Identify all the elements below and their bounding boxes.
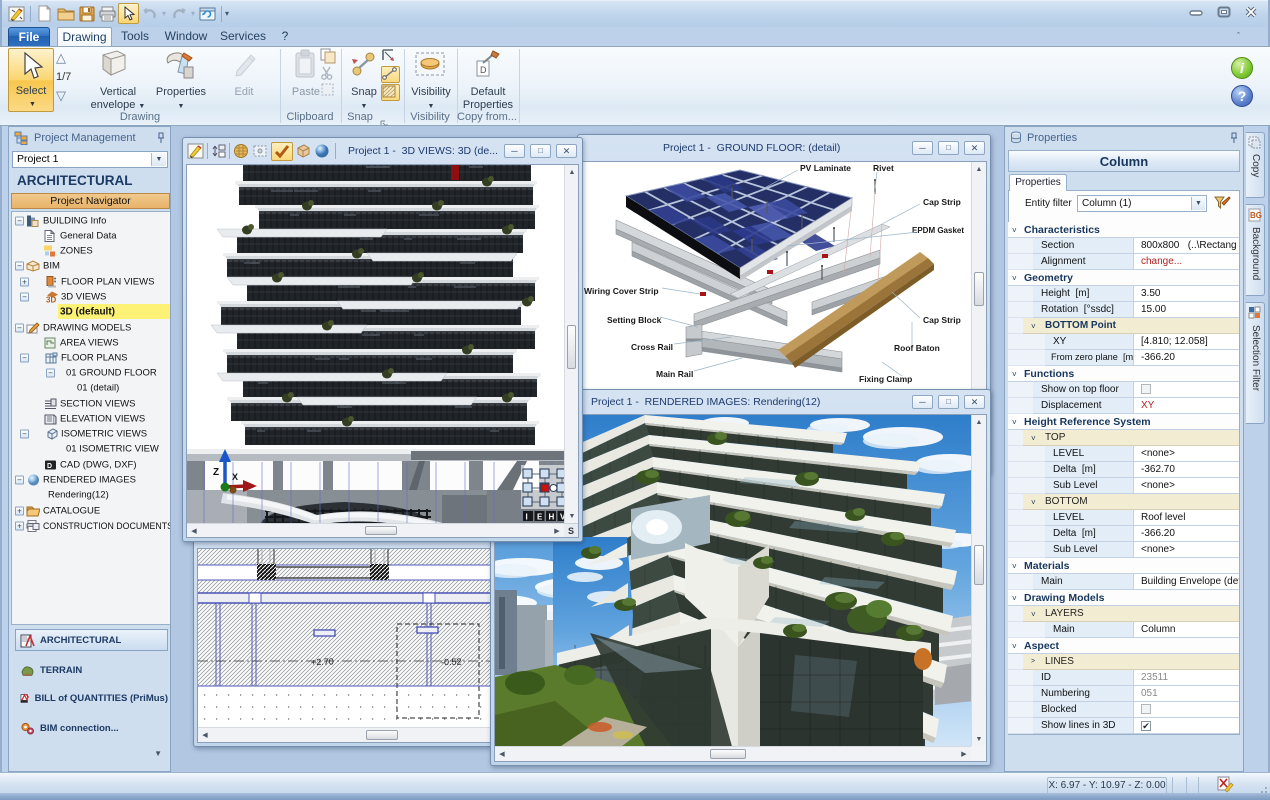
svg-text:3D: 3D xyxy=(46,295,56,303)
svg-text:X: X xyxy=(232,472,238,482)
svg-text:E: E xyxy=(537,513,543,522)
svg-text:Wiring Cover Strip: Wiring Cover Strip xyxy=(584,286,659,296)
svg-text:Rivet: Rivet xyxy=(873,163,894,173)
svg-text:Main Rail: Main Rail xyxy=(656,369,693,379)
svg-text:Roof Baton: Roof Baton xyxy=(894,343,940,353)
svg-text:I: I xyxy=(526,513,528,522)
svg-text:-0.52: -0.52 xyxy=(441,657,462,668)
svg-text:Setting Block: Setting Block xyxy=(607,315,662,325)
svg-text:+2.70: +2.70 xyxy=(311,656,334,667)
svg-text:BG: BG xyxy=(1250,211,1262,220)
svg-text:Cap Strip: Cap Strip xyxy=(923,197,961,207)
svg-text:Cross Rail: Cross Rail xyxy=(631,342,673,352)
svg-text:Z: Z xyxy=(213,467,219,478)
svg-text:Cap Strip: Cap Strip xyxy=(923,315,961,325)
svg-text:Fixing Clamp: Fixing Clamp xyxy=(859,374,912,384)
svg-text:D: D xyxy=(47,463,52,470)
svg-text:D: D xyxy=(480,65,487,75)
svg-text:EPDM Gasket: EPDM Gasket xyxy=(912,226,964,235)
svg-text:H: H xyxy=(549,513,555,522)
svg-text:PV Laminate: PV Laminate xyxy=(800,163,851,173)
